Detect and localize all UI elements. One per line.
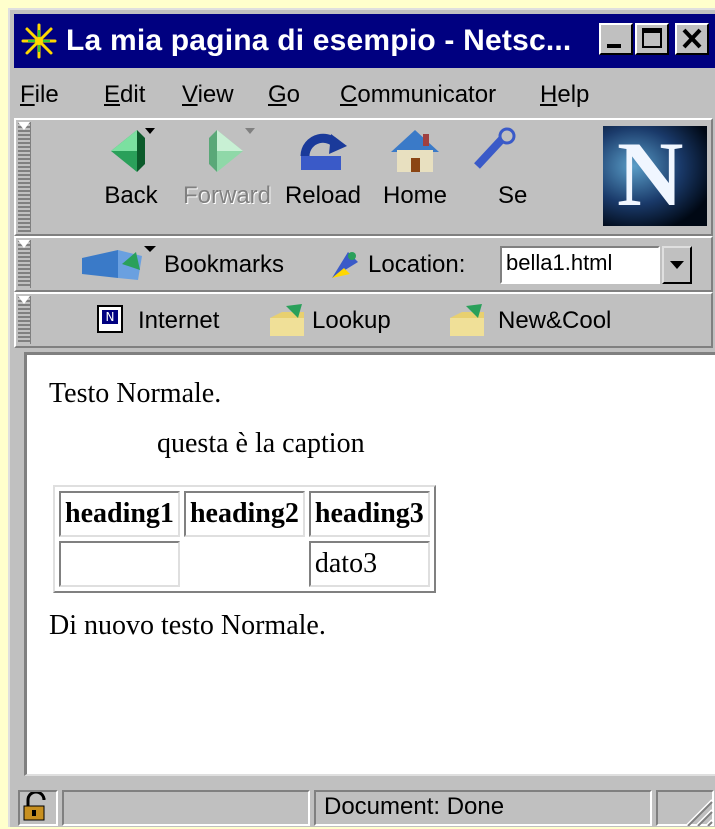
back-icon xyxy=(111,128,155,172)
menu-help[interactable]: Help xyxy=(540,80,589,110)
toolbar-grip[interactable] xyxy=(18,122,31,232)
menu-file[interactable]: File xyxy=(20,80,59,110)
netscape-logo-n-icon: N xyxy=(617,126,684,225)
collapse-arrow-icon xyxy=(18,240,30,248)
folder-bookmark-icon[interactable] xyxy=(268,302,308,338)
svg-text:N: N xyxy=(106,310,115,324)
maximize-icon xyxy=(642,28,662,48)
table-heading: heading3 xyxy=(308,491,430,537)
menu-view[interactable]: View xyxy=(182,80,234,110)
home-button[interactable]: Home xyxy=(370,126,460,226)
page-content[interactable]: Testo Normale. questa è la caption headi… xyxy=(24,352,715,776)
status-bar: Document: Done xyxy=(14,786,715,829)
internet-page-icon[interactable]: N xyxy=(96,304,126,336)
table-cell: dato3 xyxy=(308,541,430,587)
back-button[interactable]: Back xyxy=(86,126,176,226)
personal-item-lookup[interactable]: Lookup xyxy=(312,306,391,336)
personal-item-newcool[interactable]: New&Cool xyxy=(498,306,611,336)
collapse-arrow-icon xyxy=(18,122,30,130)
minimize-icon xyxy=(607,44,621,48)
search-button[interactable]: Sea xyxy=(458,126,528,226)
reload-icon xyxy=(300,133,347,170)
table-caption: questa è la caption xyxy=(157,428,365,459)
collapse-arrow-icon xyxy=(18,296,30,304)
table-header-row: heading1 heading2 heading3 xyxy=(59,491,430,537)
home-icon xyxy=(391,130,439,172)
personal-toolbar: N Internet Lookup New&Cool xyxy=(14,292,713,348)
forward-icon xyxy=(209,128,255,172)
resize-grip-icon[interactable] xyxy=(682,796,714,826)
location-dropdown-button[interactable] xyxy=(662,246,692,284)
window-title: La mia pagina di esempio - Netsc... xyxy=(66,24,572,57)
menu-communicator[interactable]: Communicator xyxy=(340,80,496,110)
normal-text: Testo Normale. xyxy=(49,378,222,409)
bookmarks-icon[interactable] xyxy=(78,244,162,284)
forward-button[interactable]: Forward xyxy=(182,126,272,226)
location-toolbar: Bookmarks Location: bella1.html xyxy=(14,236,713,292)
menu-edit[interactable]: Edit xyxy=(104,80,145,110)
unlocked-padlock-icon xyxy=(23,790,46,821)
search-label: Sea xyxy=(498,182,528,209)
bookmarks-label[interactable]: Bookmarks xyxy=(164,250,284,280)
table-cell-missing xyxy=(184,541,305,587)
location-input[interactable]: bella1.html xyxy=(500,246,660,284)
table-heading: heading2 xyxy=(183,491,305,537)
menu-go[interactable]: Go xyxy=(268,80,300,110)
status-text: Document: Done xyxy=(324,793,505,820)
maximize-button[interactable] xyxy=(635,23,669,55)
title-bar[interactable]: La mia pagina di esempio - Netsc... xyxy=(14,14,715,68)
normal-text-again: Di nuovo testo Normale. xyxy=(49,610,326,641)
navigation-toolbar: Back Forward Reload Home Se N xyxy=(14,118,713,236)
progress-panel xyxy=(62,790,310,826)
forward-label: Forward xyxy=(182,182,272,209)
reload-label: Reload xyxy=(284,182,362,209)
home-label: Home xyxy=(382,182,448,209)
search-icon xyxy=(474,127,516,169)
status-message-panel: Document: Done xyxy=(314,790,652,826)
menu-bar: File Edit View Go Communicator Help xyxy=(14,72,714,118)
netscape-logo[interactable]: N xyxy=(603,126,707,226)
table-heading: heading1 xyxy=(59,491,180,537)
security-panel[interactable] xyxy=(18,790,58,826)
personal-item-internet[interactable]: Internet xyxy=(138,306,219,336)
location-label: Location: xyxy=(368,251,466,278)
netscape-app-icon[interactable] xyxy=(20,22,58,60)
table-row: dato3 xyxy=(59,541,430,587)
minimize-button[interactable] xyxy=(599,23,633,55)
data-table: heading1 heading2 heading3 dato3 xyxy=(53,485,436,593)
folder-bookmark-icon[interactable] xyxy=(448,302,488,338)
close-button[interactable] xyxy=(675,23,709,55)
reload-button[interactable]: Reload xyxy=(278,126,368,226)
table-cell-empty xyxy=(59,541,180,587)
close-icon xyxy=(682,28,702,49)
chevron-down-icon xyxy=(670,261,684,269)
back-label: Back xyxy=(104,182,158,209)
browser-window: La mia pagina di esempio - Netsc... File… xyxy=(8,8,715,827)
location-icon[interactable] xyxy=(328,248,362,282)
